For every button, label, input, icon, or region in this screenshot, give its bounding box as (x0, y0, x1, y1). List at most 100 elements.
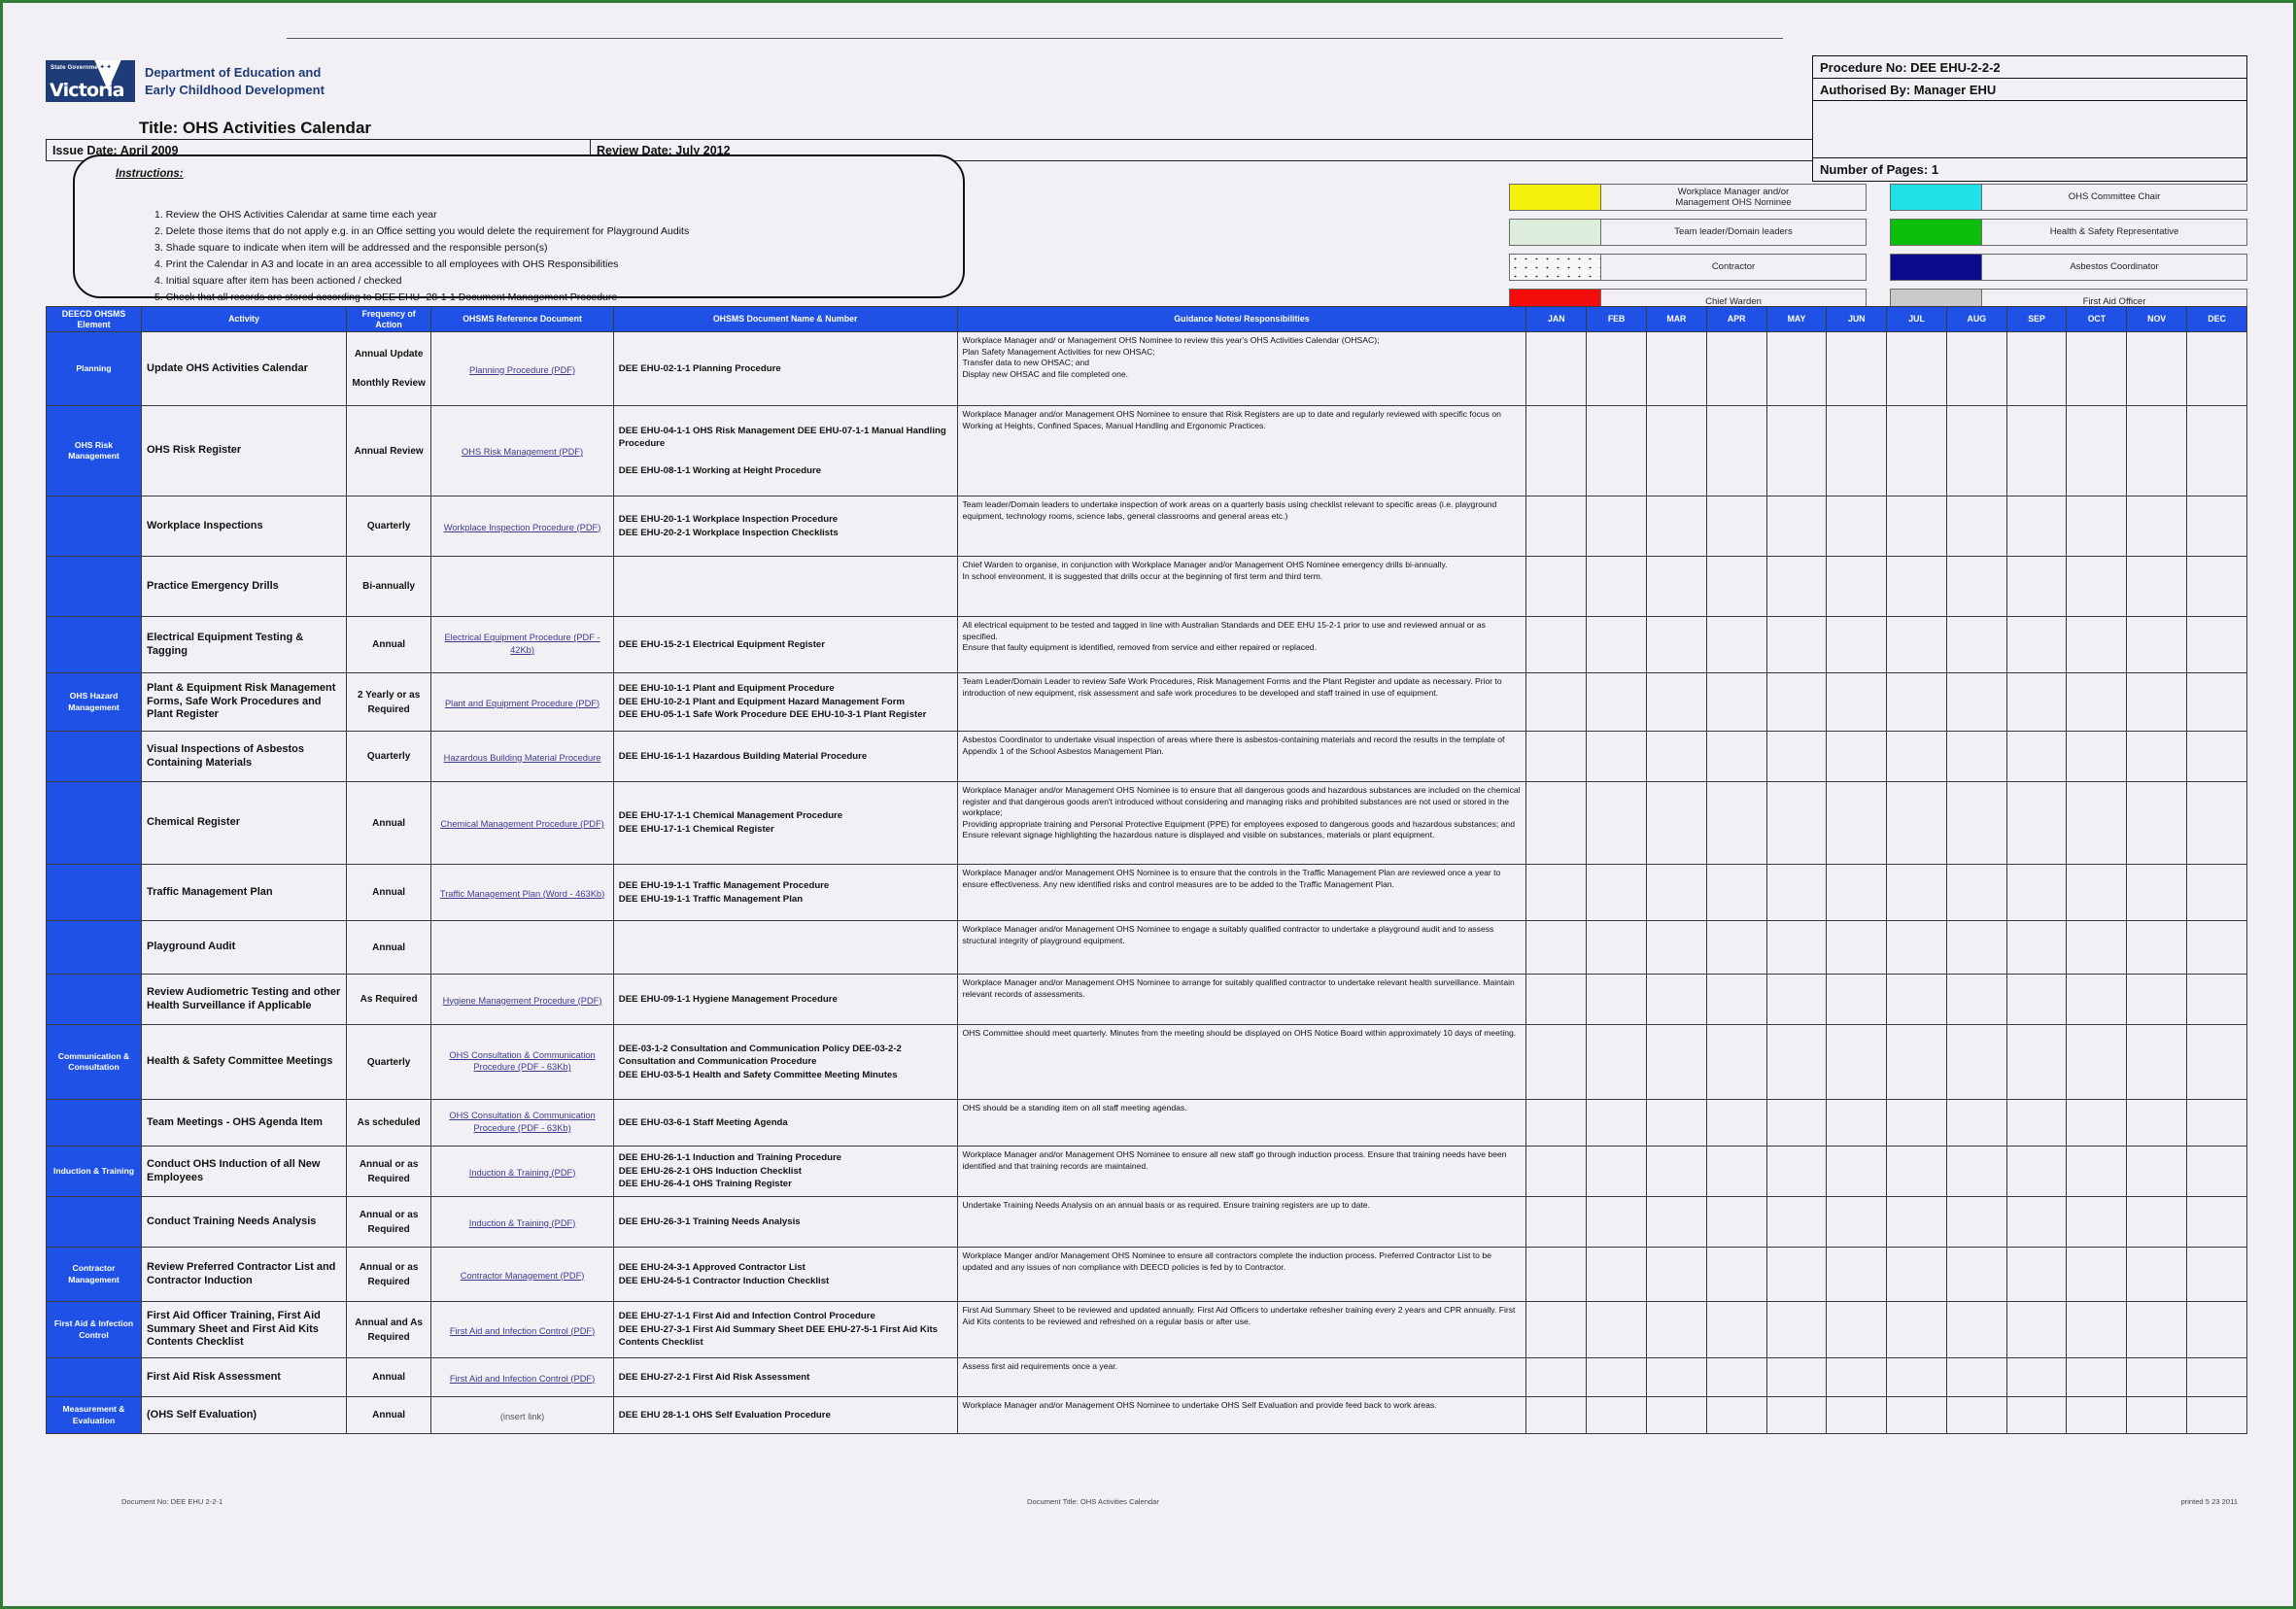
month-cell-oct[interactable] (2066, 731, 2128, 782)
reference-document-link[interactable]: Chemical Management Procedure (PDF) (440, 818, 603, 831)
month-cell-dec[interactable] (2186, 616, 2247, 673)
month-cell-oct[interactable] (2066, 496, 2128, 557)
month-cell-jul[interactable] (1886, 405, 1947, 496)
month-cell-feb[interactable] (1586, 616, 1648, 673)
month-cell-may[interactable] (1765, 1396, 1828, 1434)
cell-reference[interactable]: Hazardous Building Material Procedure (430, 731, 614, 782)
month-cell-jun[interactable] (1826, 556, 1888, 617)
month-cell-apr[interactable] (1705, 1396, 1767, 1434)
reference-document-link[interactable]: Electrical Equipment Procedure (PDF - 42… (435, 632, 609, 656)
cell-reference[interactable]: OHS Consultation & Communication Procedu… (430, 1099, 614, 1147)
month-cell-sep[interactable] (2005, 1247, 2068, 1302)
month-cell-oct[interactable] (2066, 1357, 2128, 1397)
month-cell-aug[interactable] (1945, 672, 2007, 732)
month-cell-apr[interactable] (1705, 781, 1767, 865)
month-cell-dec[interactable] (2186, 864, 2247, 921)
month-cell-may[interactable] (1765, 920, 1828, 975)
reference-document-link[interactable]: OHS Consultation & Communication Procedu… (435, 1049, 609, 1074)
month-cell-jul[interactable] (1886, 556, 1947, 617)
reference-document-link[interactable]: Hygiene Management Procedure (PDF) (443, 995, 602, 1008)
month-cell-jul[interactable] (1886, 1146, 1947, 1197)
month-cell-aug[interactable] (1945, 331, 2007, 406)
month-cell-mar[interactable] (1646, 1146, 1707, 1197)
month-cell-apr[interactable] (1705, 1196, 1767, 1248)
month-cell-aug[interactable] (1945, 1196, 2007, 1248)
month-cell-jul[interactable] (1886, 920, 1947, 975)
month-cell-jan[interactable] (1525, 1196, 1588, 1248)
month-cell-jun[interactable] (1826, 1357, 1888, 1397)
month-cell-jan[interactable] (1525, 781, 1588, 865)
cell-reference[interactable]: Traffic Management Plan (Word - 463Kb) (430, 864, 614, 921)
month-cell-apr[interactable] (1705, 1247, 1767, 1302)
month-cell-oct[interactable] (2066, 1196, 2128, 1248)
month-cell-jun[interactable] (1826, 405, 1888, 496)
month-cell-jun[interactable] (1826, 1396, 1888, 1434)
month-cell-mar[interactable] (1646, 1024, 1707, 1100)
month-cell-jan[interactable] (1525, 920, 1588, 975)
month-cell-aug[interactable] (1945, 1247, 2007, 1302)
month-cell-aug[interactable] (1945, 616, 2007, 673)
month-cell-jul[interactable] (1886, 1357, 1947, 1397)
month-cell-jul[interactable] (1886, 1024, 1947, 1100)
month-cell-sep[interactable] (2005, 1024, 2068, 1100)
month-cell-dec[interactable] (2186, 331, 2247, 406)
month-cell-sep[interactable] (2005, 556, 2068, 617)
month-cell-oct[interactable] (2066, 1099, 2128, 1147)
month-cell-oct[interactable] (2066, 556, 2128, 617)
month-cell-oct[interactable] (2066, 331, 2128, 406)
month-cell-nov[interactable] (2126, 331, 2188, 406)
month-cell-may[interactable] (1765, 974, 1828, 1025)
month-cell-jul[interactable] (1886, 672, 1947, 732)
month-cell-apr[interactable] (1705, 1024, 1767, 1100)
month-cell-oct[interactable] (2066, 920, 2128, 975)
month-cell-aug[interactable] (1945, 496, 2007, 557)
month-cell-jan[interactable] (1525, 672, 1588, 732)
cell-reference[interactable]: First Aid and Infection Control (PDF) (430, 1357, 614, 1397)
month-cell-apr[interactable] (1705, 1146, 1767, 1197)
month-cell-jun[interactable] (1826, 1024, 1888, 1100)
month-cell-dec[interactable] (2186, 556, 2247, 617)
month-cell-jun[interactable] (1826, 1247, 1888, 1302)
month-cell-nov[interactable] (2126, 1146, 2188, 1197)
month-cell-oct[interactable] (2066, 1024, 2128, 1100)
cell-reference[interactable]: Planning Procedure (PDF) (430, 331, 614, 406)
month-cell-dec[interactable] (2186, 672, 2247, 732)
month-cell-feb[interactable] (1586, 1357, 1648, 1397)
cell-reference[interactable]: OHS Risk Management (PDF) (430, 405, 614, 496)
month-cell-jul[interactable] (1886, 1396, 1947, 1434)
month-cell-jan[interactable] (1525, 1247, 1588, 1302)
month-cell-sep[interactable] (2005, 405, 2068, 496)
month-cell-aug[interactable] (1945, 405, 2007, 496)
cell-reference[interactable]: Workplace Inspection Procedure (PDF) (430, 496, 614, 557)
month-cell-sep[interactable] (2005, 1396, 2068, 1434)
month-cell-feb[interactable] (1586, 864, 1648, 921)
month-cell-may[interactable] (1765, 1247, 1828, 1302)
month-cell-jun[interactable] (1826, 731, 1888, 782)
month-cell-jun[interactable] (1826, 864, 1888, 921)
month-cell-aug[interactable] (1945, 974, 2007, 1025)
month-cell-nov[interactable] (2126, 616, 2188, 673)
month-cell-aug[interactable] (1945, 920, 2007, 975)
reference-document-link[interactable]: Traffic Management Plan (Word - 463Kb) (440, 888, 604, 901)
month-cell-mar[interactable] (1646, 731, 1707, 782)
month-cell-mar[interactable] (1646, 974, 1707, 1025)
cell-reference[interactable]: OHS Consultation & Communication Procedu… (430, 1024, 614, 1100)
month-cell-jul[interactable] (1886, 1099, 1947, 1147)
month-cell-may[interactable] (1765, 1357, 1828, 1397)
month-cell-may[interactable] (1765, 1301, 1828, 1358)
month-cell-feb[interactable] (1586, 496, 1648, 557)
month-cell-nov[interactable] (2126, 864, 2188, 921)
month-cell-jan[interactable] (1525, 1396, 1588, 1434)
month-cell-feb[interactable] (1586, 672, 1648, 732)
month-cell-feb[interactable] (1586, 781, 1648, 865)
month-cell-jun[interactable] (1826, 1099, 1888, 1147)
month-cell-jan[interactable] (1525, 1357, 1588, 1397)
month-cell-dec[interactable] (2186, 1024, 2247, 1100)
reference-document-link[interactable]: Induction & Training (PDF) (469, 1217, 576, 1230)
month-cell-aug[interactable] (1945, 731, 2007, 782)
month-cell-jan[interactable] (1525, 974, 1588, 1025)
month-cell-jun[interactable] (1826, 616, 1888, 673)
month-cell-jun[interactable] (1826, 331, 1888, 406)
month-cell-dec[interactable] (2186, 781, 2247, 865)
cell-reference[interactable]: Induction & Training (PDF) (430, 1146, 614, 1197)
